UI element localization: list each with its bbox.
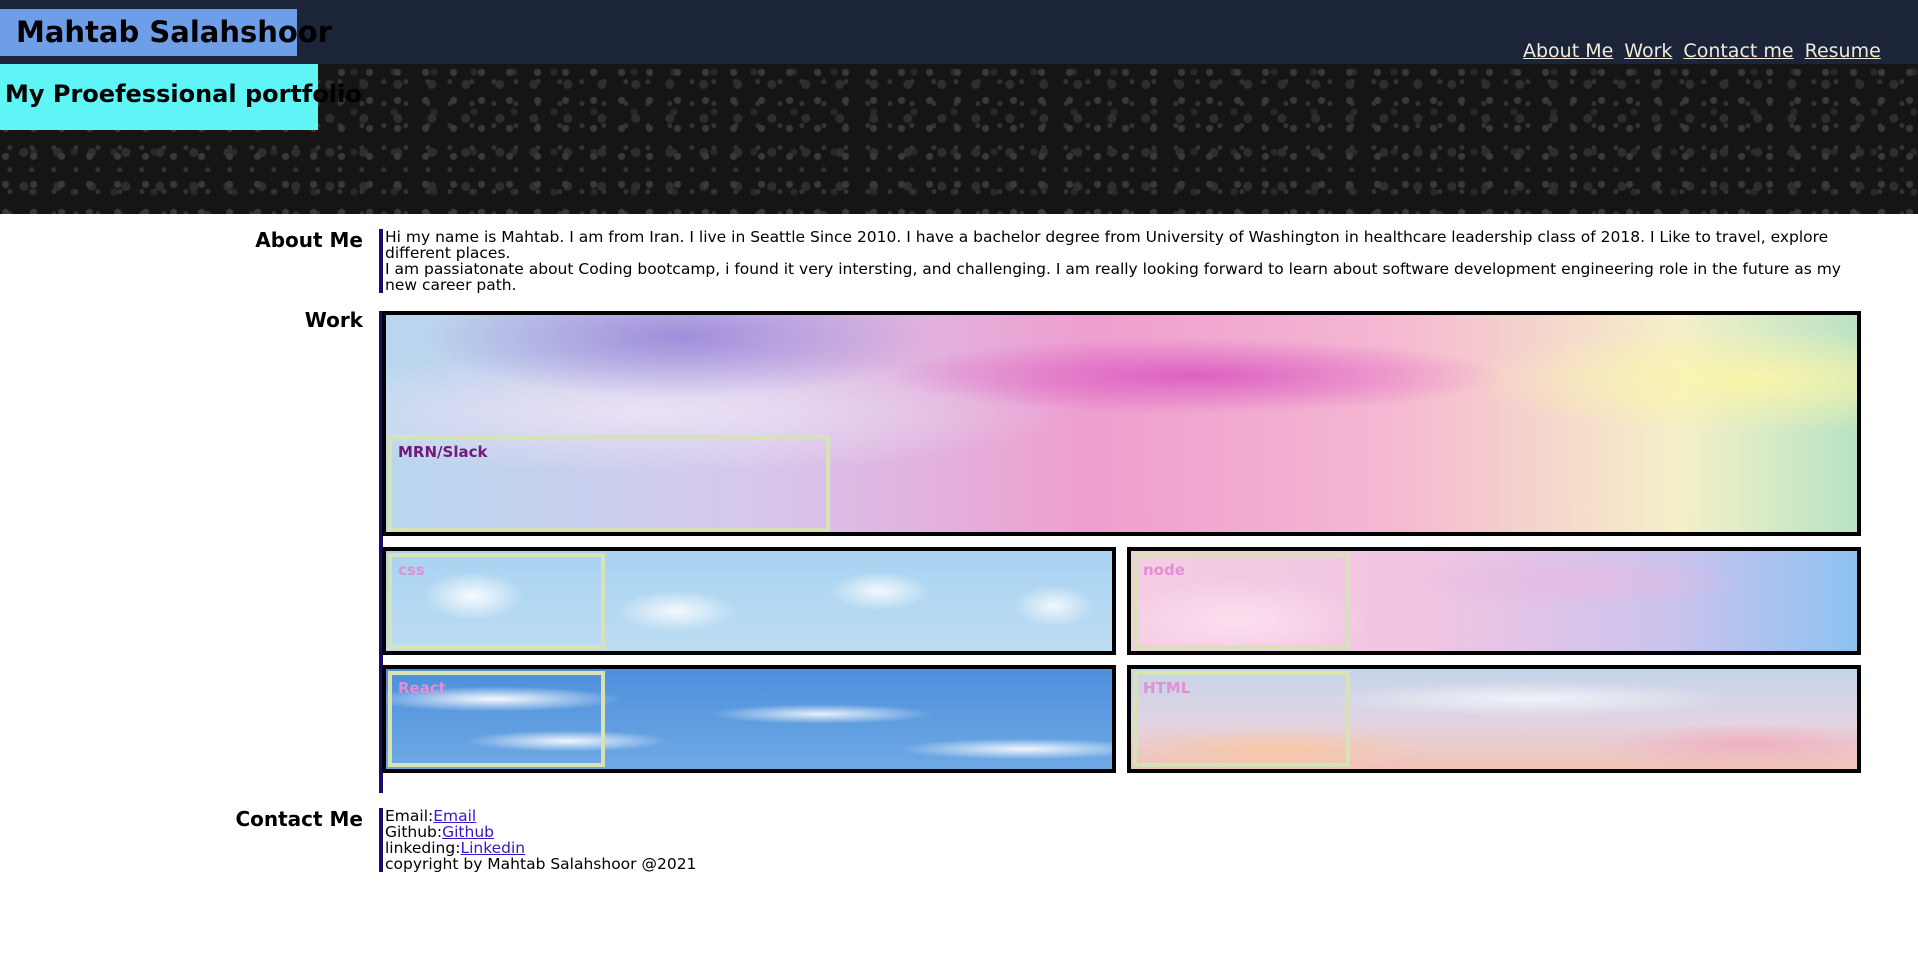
contact-content: Email:Email Github:Github linkeding:Link… — [379, 808, 779, 872]
hero-title: My Proefessional portfolio — [0, 64, 362, 130]
project-thumbnail-frame: css — [388, 553, 605, 649]
project-caption: MRN/Slack — [398, 443, 488, 461]
contact-linkedin-row: linkeding:Linkedin — [385, 840, 779, 856]
project-thumbnail-frame: HTML — [1133, 671, 1350, 767]
project-thumbnail-frame: MRN/Slack — [388, 435, 830, 532]
project-card-node[interactable]: node — [1127, 547, 1861, 655]
project-caption: node — [1143, 561, 1185, 579]
nav-contact-me[interactable]: Contact me — [1683, 40, 1793, 62]
nav-about-me[interactable]: About Me — [1523, 40, 1613, 62]
main-nav: About Me Work Contact me Resume — [1523, 40, 1881, 62]
contact-heading: Contact Me — [235, 807, 363, 831]
about-paragraph-2: I am passiatonate about Coding bootcamp,… — [385, 260, 1841, 294]
project-thumbnail-frame: node — [1133, 553, 1350, 649]
project-card-react[interactable]: React — [382, 665, 1116, 773]
contact-github-row: Github:Github — [385, 824, 779, 840]
copyright-text: copyright by Mahtab Salahshoor @2021 — [385, 855, 697, 873]
project-thumbnail-frame: React — [388, 671, 605, 767]
project-caption: HTML — [1143, 679, 1191, 697]
project-caption: css — [398, 561, 425, 579]
project-card-mrn-slack[interactable]: MRN/Slack — [382, 311, 1861, 536]
site-name: Mahtab Salahshoor — [0, 9, 332, 56]
work-heading: Work — [304, 308, 363, 332]
contact-email-row: Email:Email — [385, 808, 779, 824]
project-caption: React — [398, 679, 446, 697]
about-heading: About Me — [255, 228, 363, 252]
nav-resume[interactable]: Resume — [1805, 40, 1881, 62]
about-paragraph-1: Hi my name is Mahtab. I am from Iran. I … — [385, 228, 1829, 262]
nav-work[interactable]: Work — [1624, 40, 1672, 62]
project-card-html[interactable]: HTML — [1127, 665, 1861, 773]
about-content: Hi my name is Mahtab. I am from Iran. I … — [379, 229, 1859, 293]
project-card-css[interactable]: css — [382, 547, 1116, 655]
